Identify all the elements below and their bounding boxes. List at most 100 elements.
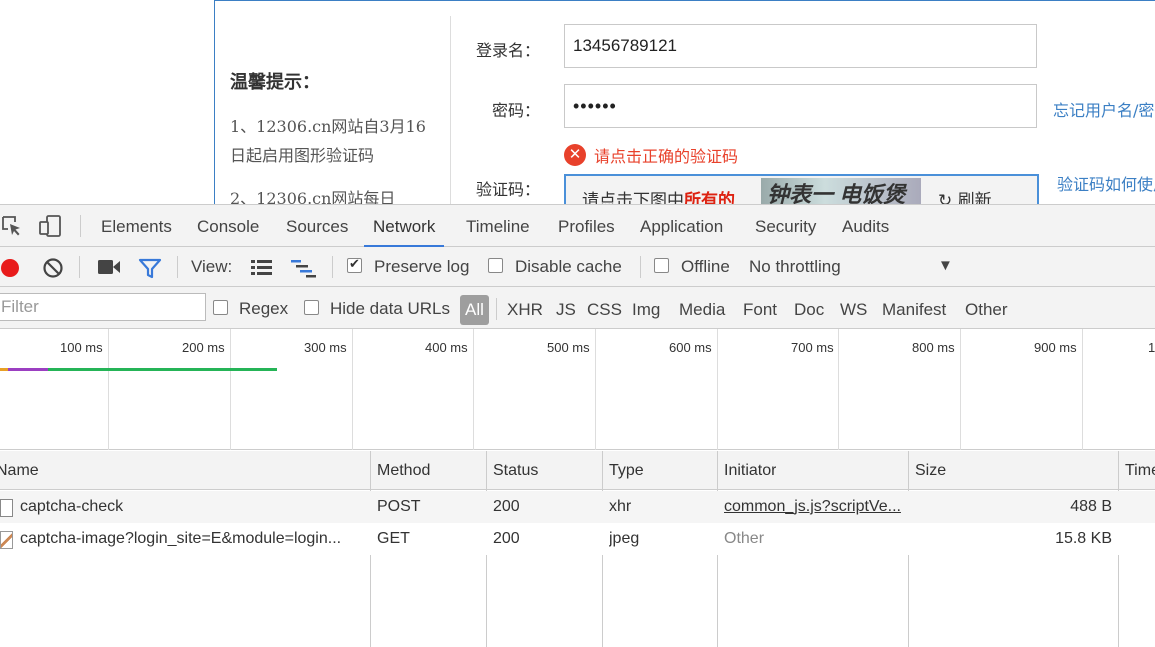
column-type[interactable]: Type xyxy=(609,451,644,489)
username-field[interactable]: 13456789121 xyxy=(564,24,1037,68)
toolbar-divider xyxy=(80,215,81,237)
tab-application[interactable]: Application xyxy=(640,205,723,246)
tip-line: 1、12306.cn网站自3月16 xyxy=(230,117,426,136)
offline-label[interactable]: Offline xyxy=(681,257,730,277)
password-label: 密码： xyxy=(491,101,540,120)
toolbar-divider xyxy=(332,256,333,278)
captcha-refresh-button[interactable]: ↻ 刷新 xyxy=(938,186,992,205)
filter-icon[interactable] xyxy=(138,257,162,279)
request-initiator-link[interactable]: common_js.js?scriptVe... xyxy=(724,491,904,523)
webpage-viewport: 温馨提示： 1、12306.cn网站自3月16 日起启用图形验证码 2、1230… xyxy=(0,0,1155,205)
network-overview[interactable]: 100 ms 200 ms 300 ms 400 ms 500 ms 600 m… xyxy=(0,329,1155,450)
tab-profiles[interactable]: Profiles xyxy=(558,205,615,246)
overview-tick: 100 ms xyxy=(60,340,103,355)
captcha-help-link[interactable]: 验证码如何使用 xyxy=(1057,171,1155,195)
chevron-down-icon[interactable]: ▼ xyxy=(938,257,953,274)
tab-security[interactable]: Security xyxy=(755,205,816,246)
captcha-label: 验证码： xyxy=(475,180,540,199)
inspect-element-icon[interactable] xyxy=(0,214,24,238)
overview-gridline xyxy=(230,329,231,450)
table-row[interactable]: captcha-check POST 200 xhr common_js.js?… xyxy=(0,491,1155,523)
clear-icon[interactable] xyxy=(42,257,64,279)
error-message: ✕ 请点击正确的验证码 xyxy=(564,143,738,167)
type-filter-css[interactable]: CSS xyxy=(587,300,622,320)
tip-line: 日起启用图形验证码 xyxy=(230,146,375,165)
type-filter-xhr[interactable]: XHR xyxy=(507,300,543,320)
type-filter-media[interactable]: Media xyxy=(679,300,725,320)
refresh-icon: ↻ xyxy=(938,191,958,205)
tab-audits[interactable]: Audits xyxy=(842,205,889,246)
type-filter-font[interactable]: Font xyxy=(743,300,777,320)
tab-sources[interactable]: Sources xyxy=(286,205,348,246)
request-type: xhr xyxy=(609,498,632,515)
type-filter-img[interactable]: Img xyxy=(632,300,660,320)
tips-section: 温馨提示： 1、12306.cn网站自3月16 日起启用图形验证码 2、1230… xyxy=(230,60,440,205)
regex-checkbox[interactable] xyxy=(213,300,228,315)
type-filter-other[interactable]: Other xyxy=(965,300,1008,320)
overview-bar-download xyxy=(48,368,277,371)
overview-tick: 900 ms xyxy=(1034,340,1077,355)
captcha-image[interactable]: 请点击下图中所有的 钟表一 电饭煲 ↻ 刷新 xyxy=(564,174,1039,205)
request-size: 15.8 KB xyxy=(1055,530,1112,547)
overview-gridline xyxy=(838,329,839,450)
preserve-log-label[interactable]: Preserve log xyxy=(374,257,469,277)
request-initiator: Other xyxy=(724,530,765,547)
overview-gridline xyxy=(352,329,353,450)
view-label: View: xyxy=(191,257,233,276)
overview-tick: 300 ms xyxy=(304,340,347,355)
column-size[interactable]: Size xyxy=(915,451,946,489)
type-filter-all[interactable]: All xyxy=(460,295,489,325)
password-field[interactable]: •••••• xyxy=(564,84,1037,128)
devtools-panel: Elements Console Sources Network Timelin… xyxy=(0,204,1155,647)
offline-checkbox[interactable] xyxy=(654,258,669,273)
disable-cache-label[interactable]: Disable cache xyxy=(515,257,622,277)
table-row[interactable]: captcha-image?login_site=E&module=login.… xyxy=(0,523,1155,555)
record-icon[interactable] xyxy=(0,257,22,279)
request-type: jpeg xyxy=(609,530,640,547)
waterfall-overview-icon[interactable] xyxy=(290,258,318,278)
type-filter-ws[interactable]: WS xyxy=(840,300,867,320)
regex-label[interactable]: Regex xyxy=(239,299,288,319)
overview-gridline xyxy=(717,329,718,450)
type-filter-manifest[interactable]: Manifest xyxy=(882,300,946,320)
error-text: 请点击正确的验证码 xyxy=(594,147,739,166)
tab-network[interactable]: Network xyxy=(364,205,445,247)
toolbar-divider xyxy=(79,256,80,278)
overview-bar-queueing xyxy=(0,368,8,371)
hide-data-urls-checkbox[interactable] xyxy=(304,300,319,315)
tips-title: 温馨提示： xyxy=(230,72,320,93)
tab-timeline[interactable]: Timeline xyxy=(466,205,530,246)
overview-tick: 200 ms xyxy=(182,340,225,355)
request-size: 488 B xyxy=(1070,498,1112,515)
column-time[interactable]: Time xyxy=(1125,451,1155,489)
column-status[interactable]: Status xyxy=(493,451,538,489)
type-filter-doc[interactable]: Doc xyxy=(794,300,824,320)
preserve-log-checkbox[interactable] xyxy=(347,256,362,273)
filter-input[interactable]: Filter xyxy=(0,293,206,321)
tab-console[interactable]: Console xyxy=(197,205,259,246)
tab-elements[interactable]: Elements xyxy=(101,205,172,246)
column-initiator[interactable]: Initiator xyxy=(724,451,776,489)
column-name[interactable]: Name xyxy=(0,451,39,489)
capture-screenshots-icon[interactable] xyxy=(97,258,121,276)
toolbar-divider xyxy=(496,298,497,320)
device-toolbar-icon[interactable] xyxy=(38,214,62,238)
throttling-select[interactable]: No throttling xyxy=(749,257,841,277)
request-status: 200 xyxy=(493,530,520,547)
forgot-password-link[interactable]: 忘记用户名/密码 xyxy=(1053,97,1155,121)
hide-data-urls-label[interactable]: Hide data URLs xyxy=(330,299,450,319)
username-label: 登录名： xyxy=(475,41,540,60)
captcha-hint: 请点击下图中所有的 xyxy=(582,191,735,205)
divider xyxy=(450,16,451,205)
overview-tick: 700 ms xyxy=(791,340,834,355)
large-rows-icon[interactable] xyxy=(250,258,273,277)
disable-cache-checkbox[interactable] xyxy=(488,258,503,273)
overview-gridline xyxy=(960,329,961,450)
request-name[interactable]: captcha-image?login_site=E&module=login.… xyxy=(20,523,365,555)
error-icon: ✕ xyxy=(564,144,586,166)
overview-tick: 400 ms xyxy=(425,340,468,355)
column-method[interactable]: Method xyxy=(377,451,430,489)
overview-bar-waiting xyxy=(8,368,48,371)
type-filter-js[interactable]: JS xyxy=(556,300,576,320)
request-name[interactable]: captcha-check xyxy=(20,491,365,523)
